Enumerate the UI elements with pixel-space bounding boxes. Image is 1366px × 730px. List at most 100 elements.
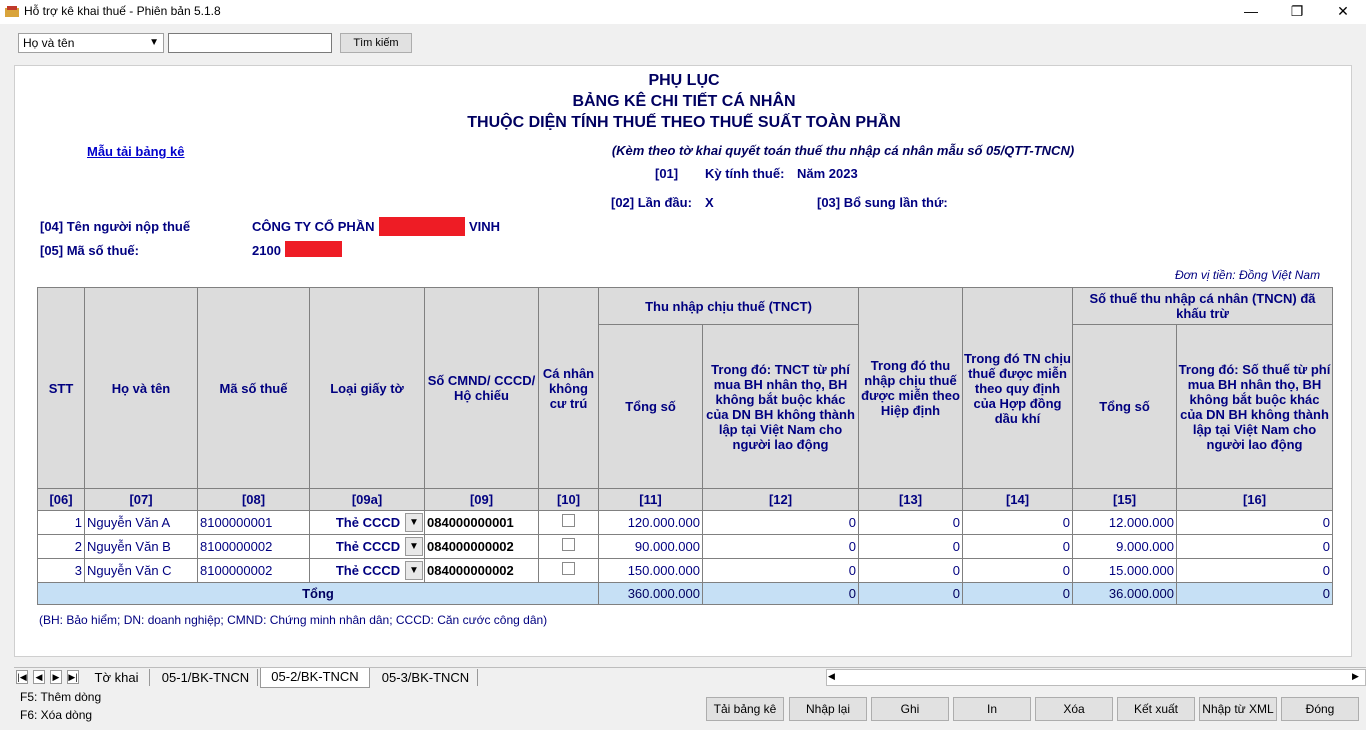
cell-c13[interactable]: 0 [858, 510, 963, 535]
cell-name[interactable]: Nguyễn Văn A [84, 510, 198, 535]
search-input[interactable] [168, 33, 332, 53]
period-label: Kỳ tính thuế: [705, 166, 785, 181]
tab-05-1[interactable]: 05-1/BK-TNCN [154, 669, 258, 686]
print-button[interactable]: In [953, 697, 1031, 721]
cell-c16[interactable]: 0 [1176, 510, 1333, 535]
header-tax-code: Mã số thuế [197, 287, 310, 489]
cell-tax-code[interactable]: 8100000002 [197, 534, 310, 559]
horizontal-scrollbar[interactable] [826, 669, 1366, 686]
cell-c12[interactable]: 0 [702, 534, 859, 559]
scroll-left-icon[interactable]: ◀ [828, 671, 835, 682]
delete-button[interactable]: Xóa [1035, 697, 1113, 721]
table-row: 2 Nguyễn Văn B 8100000002 Thẻ CCCD ▼ 0840… [37, 534, 1333, 559]
cell-stt[interactable]: 2 [37, 534, 85, 559]
template-download-link[interactable]: Mẫu tải bảng kê [87, 144, 185, 159]
taxpayer-name-suffix: VINH [469, 219, 501, 234]
chevron-down-icon[interactable]: ▼ [405, 513, 423, 532]
shortcut-add-row: F5: Thêm dòng [20, 690, 102, 704]
cell-name[interactable]: Nguyễn Văn C [84, 558, 198, 583]
cell-tax-code[interactable]: 8100000002 [197, 558, 310, 583]
column-code: [13] [858, 488, 963, 511]
search-button[interactable]: Tìm kiếm [340, 33, 412, 53]
cell-c11[interactable]: 150.000.000 [598, 558, 703, 583]
supplement-label: [03] Bổ sung lần thứ: [817, 195, 948, 210]
shortcut-delete-row: F6: Xóa dòng [20, 708, 93, 722]
cell-c14[interactable]: 0 [962, 510, 1073, 535]
header-tnct-total: Tổng số [598, 324, 703, 489]
cell-c15[interactable]: 9.000.000 [1072, 534, 1177, 559]
cell-id-no[interactable]: 084000000001 [424, 510, 539, 535]
chevron-down-icon[interactable]: ▼ [405, 561, 423, 580]
column-code: [14] [962, 488, 1073, 511]
doc-type-select[interactable]: Thẻ CCCD ▼ [309, 510, 425, 535]
cell-id-no[interactable]: 084000000002 [424, 534, 539, 559]
tab-05-2[interactable]: 05-2/BK-TNCN [260, 668, 370, 688]
period-value: Năm 2023 [797, 166, 858, 181]
first-sheet-icon[interactable]: |◀ [16, 670, 28, 684]
cell-stt[interactable]: 1 [37, 510, 85, 535]
column-code: [06] [37, 488, 85, 511]
cell-c11[interactable]: 90.000.000 [598, 534, 703, 559]
document-panel: PHỤ LỤC BẢNG KÊ CHI TIẾT CÁ NHÂN THUỘC D… [14, 65, 1352, 657]
header-tnct-insurance: Trong đó: TNCT từ phí mua BH nhân thọ, B… [702, 324, 859, 489]
export-button[interactable]: Kết xuất [1117, 697, 1195, 721]
last-sheet-icon[interactable]: ▶| [67, 670, 79, 684]
cell-c15[interactable]: 15.000.000 [1072, 558, 1177, 583]
cell-c15[interactable]: 12.000.000 [1072, 510, 1177, 535]
column-code: [07] [84, 488, 198, 511]
cell-c14[interactable]: 0 [962, 534, 1073, 559]
header-pit-insurance: Trong đó: Số thuế từ phí mua BH nhân thọ… [1176, 324, 1333, 489]
page-title-3: THUỘC DIỆN TÍNH THUẾ THEO THUẾ SUẤT TOÀN… [467, 114, 901, 131]
doc-type-select[interactable]: Thẻ CCCD ▼ [309, 534, 425, 559]
first-time-value: X [705, 195, 714, 210]
cell-name[interactable]: Nguyễn Văn B [84, 534, 198, 559]
non-resident-checkbox[interactable] [562, 538, 575, 551]
cell-c11[interactable]: 120.000.000 [598, 510, 703, 535]
column-code: [09] [424, 488, 539, 511]
maximize-button[interactable]: ❐ [1274, 0, 1320, 24]
minimize-button[interactable]: — [1228, 0, 1274, 24]
download-template-button[interactable]: Tải bảng kê [706, 697, 784, 721]
cell-non-resident [538, 558, 599, 583]
cell-c16[interactable]: 0 [1176, 534, 1333, 559]
column-code: [09a] [309, 488, 425, 511]
page-subtitle: (Kèm theo tờ khai quyết toán thuế thu nh… [611, 143, 1075, 158]
tab-to-khai[interactable]: Tờ khai [84, 669, 150, 686]
save-button[interactable]: Ghi [871, 697, 949, 721]
column-code: [11] [598, 488, 703, 511]
scroll-right-icon[interactable]: ▶ [1352, 671, 1359, 682]
column-code: [15] [1072, 488, 1177, 511]
taxpayer-label: [04] Tên người nộp thuế [40, 219, 191, 234]
cell-c12[interactable]: 0 [702, 558, 859, 583]
header-pit-group: Số thuế thu nhập cá nhân (TNCN) đã khấu … [1072, 287, 1333, 325]
cell-c13[interactable]: 0 [858, 558, 963, 583]
cell-tax-code[interactable]: 8100000001 [197, 510, 310, 535]
non-resident-checkbox[interactable] [562, 514, 575, 527]
cell-c16[interactable]: 0 [1176, 558, 1333, 583]
cell-stt[interactable]: 3 [37, 558, 85, 583]
column-code: [12] [702, 488, 859, 511]
prev-sheet-icon[interactable]: ◀ [33, 670, 45, 684]
close-form-button[interactable]: Đóng [1281, 697, 1359, 721]
reset-button[interactable]: Nhập lại [789, 697, 867, 721]
cell-c14[interactable]: 0 [962, 558, 1073, 583]
search-field-select[interactable]: Họ và tên ▼ [18, 33, 164, 53]
doc-type-value: Thẻ CCCD [335, 563, 401, 578]
tax-code-value: 2100 [252, 243, 281, 258]
close-button[interactable]: ✕ [1320, 0, 1366, 24]
cell-c13[interactable]: 0 [858, 534, 963, 559]
doc-type-select[interactable]: Thẻ CCCD ▼ [309, 558, 425, 583]
window-title: Hỗ trợ kê khai thuế - Phiên bản 5.1.8 [24, 4, 221, 18]
total-row: Tổng 360.000.000 0 0 0 36.000.000 0 [37, 582, 1333, 605]
cell-c12[interactable]: 0 [702, 510, 859, 535]
tax-code-label: [05] Mã số thuế: [40, 243, 139, 258]
import-xml-button[interactable]: Nhập từ XML [1199, 697, 1277, 721]
header-oil-exempt: Trong đó TN chịu thuế được miễn theo quy… [962, 287, 1073, 489]
chevron-down-icon[interactable]: ▼ [405, 537, 423, 556]
non-resident-checkbox[interactable] [562, 562, 575, 575]
tab-05-3[interactable]: 05-3/BK-TNCN [374, 669, 478, 686]
column-code: [08] [197, 488, 310, 511]
cell-non-resident [538, 510, 599, 535]
cell-id-no[interactable]: 084000000002 [424, 558, 539, 583]
next-sheet-icon[interactable]: ▶ [50, 670, 62, 684]
